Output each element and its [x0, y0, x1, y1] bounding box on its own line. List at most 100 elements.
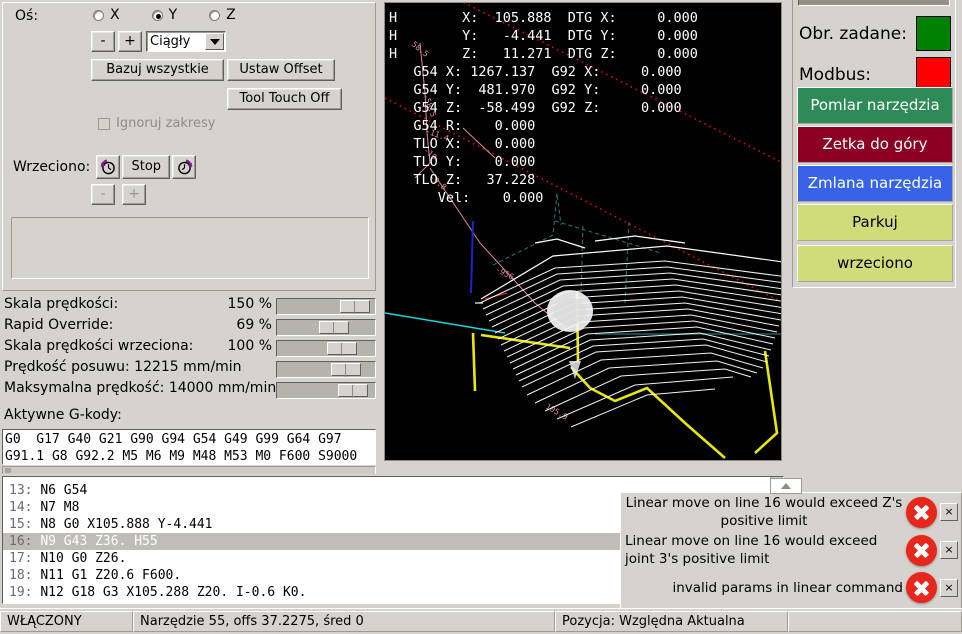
- error-message: invalid params in linear command: [672, 579, 903, 596]
- radio-dot-y[interactable]: [151, 9, 163, 21]
- spindle-controls: Wrzeciono: Stop: [13, 155, 197, 179]
- line-number: 13:: [9, 483, 33, 498]
- error-close-button[interactable]: ×: [940, 503, 958, 521]
- spindle-override-value: 100 %: [227, 338, 272, 354]
- spindle-label: Wrzeciono:: [13, 159, 91, 175]
- override-row-feed: Skala prędkości: 150 %: [0, 296, 380, 316]
- spindle-speed-minus-button[interactable]: -: [91, 184, 115, 205]
- error-item: invalid params in linear command ×: [621, 569, 961, 606]
- custom-sidebar: 0.0 Obr. zadane: Modbus: Pomlar narzędzi…: [786, 0, 962, 463]
- jog-mode-dropdown[interactable]: Ciągły: [146, 31, 226, 52]
- indicator-row-target-rpm: Obr. zadane:: [799, 16, 951, 51]
- line-code: N6 G54: [40, 483, 88, 498]
- top-readout-field: 0.0: [798, 0, 950, 6]
- jog-mode-value: Ciągły: [150, 34, 191, 49]
- slider-thumb[interactable]: [327, 342, 357, 356]
- line-code: N8 G0 X105.888 Y-4.441: [40, 517, 213, 532]
- radio-dot-x[interactable]: [93, 9, 104, 21]
- override-row-feedrate: Prędkość posuwu: 12215 mm/min: [0, 359, 380, 379]
- spindle-ccw-icon[interactable]: [96, 155, 121, 179]
- status-machine-state: WŁĄCZONY: [0, 611, 133, 632]
- line-code: N12 G18 G3 X105.288 Z20. I-0.6 K0.: [40, 585, 307, 600]
- status-extra: [788, 611, 962, 632]
- spindle-override-slider[interactable]: [276, 340, 376, 357]
- line-number: 14:: [9, 500, 33, 515]
- spindle-override-label: Skala prędkości wrzeciona:: [4, 338, 194, 354]
- axis-radio-y[interactable]: Y: [151, 7, 178, 23]
- jog-step-row: - + Ciągły: [91, 31, 226, 52]
- status-bar: WŁĄCZONY Narzędzie 55, offs 37.2275, śre…: [0, 608, 962, 634]
- override-row-spindle: Skala prędkości wrzeciona: 100 %: [0, 338, 380, 358]
- axis-label: Oś:: [15, 8, 39, 24]
- error-x-icon: [906, 496, 937, 528]
- error-scroll-up-button[interactable]: [770, 478, 802, 494]
- backplot-panel: 58.5 -58.5 -11.4 -10 -9.8 -956 105.9 H X…: [382, 0, 784, 463]
- rapid-override-value: 69 %: [236, 317, 272, 333]
- linuxcnc-axis-window: Oś: X Y Z - + Ciągły Bazuj wszystkie Ust…: [0, 0, 962, 634]
- slider-thumb[interactable]: [338, 384, 368, 398]
- svg-text:-956: -956: [494, 265, 515, 282]
- line-code: N7 M8: [40, 500, 80, 515]
- feed-override-value: 150 %: [227, 296, 272, 312]
- park-button[interactable]: Parkuj: [797, 204, 953, 241]
- spindle-button[interactable]: wrzeciono: [797, 245, 953, 282]
- line-number: 18:: [9, 568, 33, 583]
- line-code: N13 G1 X102.847: [40, 602, 157, 603]
- feed-override-label: Skala prędkości:: [4, 296, 119, 312]
- axis-radio-z-label: Z: [226, 7, 236, 23]
- error-item: Linear move on line 16 would exceed Z's …: [621, 493, 961, 531]
- slider-thumb[interactable]: [319, 321, 349, 335]
- feedrate-slider[interactable]: [276, 361, 376, 378]
- axis-radio-z[interactable]: Z: [209, 7, 236, 23]
- ignore-limits-checkbox[interactable]: Ignoruj zakresy: [98, 116, 215, 131]
- spindle-speed-plus-button[interactable]: +: [122, 184, 147, 205]
- override-row-rapid: Rapid Override: 69 %: [0, 317, 380, 337]
- z-up-button[interactable]: Zetka do góry: [797, 126, 953, 163]
- jog-minus-button[interactable]: -: [91, 31, 115, 52]
- error-x-icon: [906, 534, 937, 566]
- status-tool-info: Narzędzie 55, offs 37.2275, śred 0: [133, 611, 555, 632]
- active-gcodes-label: Aktywne G-kody:: [4, 407, 122, 423]
- scrollbar-grip[interactable]: [5, 468, 11, 473]
- override-row-maxvel: Maksymalna prędkość: 14000 mm/min: [0, 380, 380, 400]
- jog-panel: Oś: X Y Z - + Ciągły Bazuj wszystkie Ust…: [0, 0, 380, 293]
- axis-radio-x[interactable]: X: [93, 7, 120, 23]
- backplot-canvas[interactable]: 58.5 -58.5 -11.4 -10 -9.8 -956 105.9 H X…: [384, 2, 782, 461]
- line-code: N10 G0 Z26.: [40, 551, 127, 566]
- status-position-mode: Pozycja: Względna Aktualna: [555, 611, 788, 632]
- jog-plus-button[interactable]: +: [118, 31, 142, 52]
- axis-radio-group[interactable]: X Y Z: [93, 7, 343, 23]
- ignore-limits-label: Ignoruj zakresy: [116, 116, 216, 131]
- line-code: N11 G1 Z20.6 F600.: [40, 568, 182, 583]
- slider-thumb[interactable]: [340, 300, 370, 314]
- tool-touch-off-button[interactable]: Tool Touch Off: [227, 88, 342, 110]
- set-offset-button[interactable]: Ustaw Offset: [227, 59, 335, 81]
- chevron-down-icon[interactable]: [205, 33, 224, 50]
- spindle-cw-icon[interactable]: [172, 155, 197, 179]
- feed-override-slider[interactable]: [276, 298, 376, 315]
- rapid-override-slider[interactable]: [276, 319, 376, 336]
- target-rpm-lamp: [916, 16, 951, 51]
- home-all-button[interactable]: Bazuj wszystkie: [91, 59, 224, 81]
- slider-thumb[interactable]: [331, 363, 361, 377]
- error-close-button[interactable]: ×: [940, 578, 958, 597]
- spindle-speed-stepper: - +: [91, 184, 147, 205]
- tool-measure-button[interactable]: Pomlar narzędzia: [797, 87, 953, 124]
- line-number: 15:: [9, 517, 33, 532]
- line-number: 20:: [9, 602, 32, 603]
- error-close-button[interactable]: ×: [940, 541, 958, 559]
- jog-panel-empty-area: [11, 217, 369, 279]
- tool-change-button[interactable]: Zmlana narzędzia: [797, 165, 953, 202]
- spindle-stop-button[interactable]: Stop: [122, 155, 171, 179]
- max-velocity-slider[interactable]: [276, 382, 376, 399]
- radio-dot-z[interactable]: [209, 9, 221, 21]
- active-gcodes-box: G0 G17 G40 G21 G90 G94 G54 G49 G99 G64 G…: [2, 429, 376, 465]
- line-number: 16:: [9, 534, 33, 549]
- override-sliders: Skala prędkości: 150 % Rapid Override: 6…: [0, 296, 380, 426]
- modbus-label: Modbus:: [799, 64, 872, 85]
- line-number: 19:: [9, 585, 33, 600]
- line-code: N9 G43 Z36. H55: [40, 534, 158, 549]
- checkbox-box[interactable]: [98, 117, 110, 130]
- axis-radio-y-label: Y: [168, 7, 178, 23]
- error-x-icon: [906, 572, 937, 603]
